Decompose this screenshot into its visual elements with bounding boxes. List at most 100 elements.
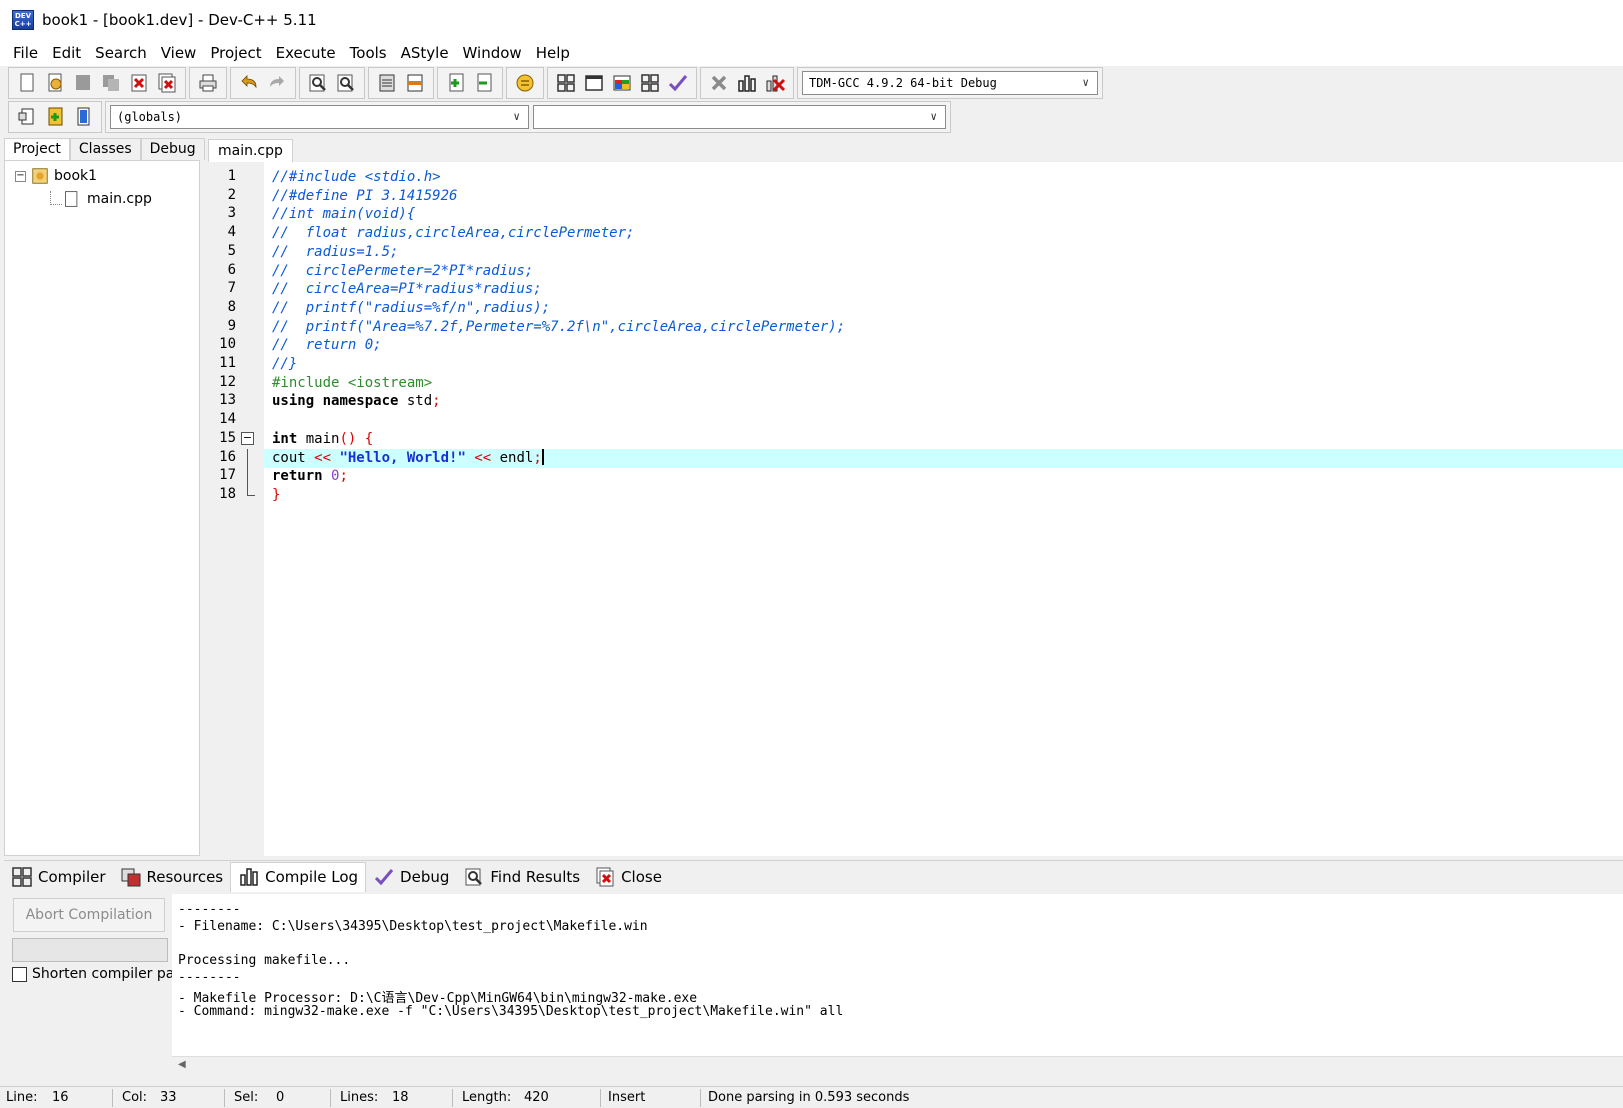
menu-view[interactable]: View bbox=[154, 44, 204, 62]
menu-window[interactable]: Window bbox=[456, 44, 529, 62]
open-file-button[interactable] bbox=[41, 70, 69, 96]
goto-line-button[interactable] bbox=[373, 70, 401, 96]
collapse-icon[interactable]: − bbox=[15, 170, 26, 182]
shorten-paths-checkbox[interactable] bbox=[12, 966, 27, 982]
menu-file[interactable]: File bbox=[6, 44, 45, 62]
goto-definition-button[interactable] bbox=[69, 104, 97, 130]
tree-node-project[interactable]: − book1 bbox=[15, 166, 97, 186]
code-line[interactable]: //int main(void){ bbox=[264, 205, 415, 224]
code-line[interactable]: // return 0; bbox=[264, 336, 382, 355]
run-button[interactable] bbox=[580, 70, 608, 96]
menu-astyle[interactable]: AStyle bbox=[394, 44, 456, 62]
tab-main-cpp[interactable]: main.cpp bbox=[208, 139, 293, 162]
tab-find-results[interactable]: Find Results bbox=[456, 862, 587, 892]
profile-button[interactable] bbox=[733, 70, 761, 96]
project-panel: Project Classes Debug − book1 main.cpp bbox=[4, 134, 205, 856]
scroll-left-icon[interactable]: ◀ bbox=[178, 1059, 186, 1070]
code-line[interactable]: // float radius,circleArea,circlePermete… bbox=[264, 224, 634, 243]
code-line[interactable]: // printf("Area=%7.2f,Permeter=%7.2f\n",… bbox=[264, 318, 845, 337]
status-message: Done parsing in 0.593 seconds bbox=[708, 1090, 910, 1105]
remove-from-project-button[interactable] bbox=[470, 70, 498, 96]
menu-search[interactable]: Search bbox=[88, 44, 154, 62]
fold-collapse-icon[interactable]: − bbox=[241, 431, 254, 445]
menu-tools[interactable]: Tools bbox=[343, 44, 394, 62]
bottom-panel-tabs: Compiler Resources Compile Log Debug Fin… bbox=[4, 860, 1623, 892]
new-file-button[interactable] bbox=[13, 70, 41, 96]
tab-close-label: Close bbox=[621, 867, 662, 886]
options-toolbar-group bbox=[506, 67, 544, 99]
compiler-select[interactable]: TDM-GCC 4.9.2 64-bit Debug ∨ bbox=[802, 71, 1098, 95]
save-all-button[interactable] bbox=[97, 70, 125, 96]
code-line[interactable]: using namespace std; bbox=[264, 392, 441, 411]
code-line[interactable]: //} bbox=[264, 355, 297, 374]
line-number: 7 bbox=[227, 280, 236, 297]
tree-node-file[interactable]: main.cpp bbox=[63, 189, 152, 209]
search-toolbar-group bbox=[299, 67, 365, 99]
tab-resources[interactable]: Resources bbox=[113, 862, 231, 892]
code-line[interactable]: // circleArea=PI*radius*radius; bbox=[264, 280, 542, 299]
tab-classes[interactable]: Classes bbox=[69, 138, 141, 160]
tab-compiler[interactable]: Compiler bbox=[4, 862, 113, 892]
close-all-button[interactable] bbox=[153, 70, 181, 96]
delete-profile-button[interactable] bbox=[761, 70, 789, 96]
menu-edit[interactable]: Edit bbox=[45, 44, 88, 62]
add-to-project-button[interactable] bbox=[442, 70, 470, 96]
compile-controls: Abort Compilation Shorten compiler paths bbox=[4, 894, 172, 1084]
compile-button[interactable] bbox=[552, 70, 580, 96]
code-line[interactable] bbox=[264, 411, 272, 430]
line-number: 13 bbox=[219, 392, 236, 409]
printer-icon bbox=[199, 74, 217, 92]
stop-x-icon bbox=[711, 75, 727, 91]
code-line[interactable]: } bbox=[264, 486, 280, 505]
menu-project[interactable]: Project bbox=[203, 44, 268, 62]
tab-compile-log[interactable]: Compile Log bbox=[230, 861, 367, 892]
compile-run-icon bbox=[613, 75, 631, 91]
fold-guide bbox=[247, 448, 255, 496]
shorten-paths-option[interactable]: Shorten compiler paths bbox=[12, 966, 172, 982]
horizontal-scrollbar[interactable]: ◀ bbox=[172, 1056, 1623, 1074]
text-caret bbox=[541, 448, 544, 465]
class-toolbar: (globals) ∨ ∨ bbox=[8, 100, 954, 134]
project-options-button[interactable] bbox=[511, 70, 539, 96]
code-line[interactable]: // circlePermeter=2*PI*radius; bbox=[264, 262, 533, 281]
save-all-icon bbox=[103, 75, 119, 91]
tab-close[interactable]: Close bbox=[587, 862, 669, 892]
tab-debug[interactable]: Debug bbox=[140, 138, 205, 160]
code-line[interactable]: // radius=1.5; bbox=[264, 243, 398, 262]
find-button[interactable] bbox=[304, 70, 332, 96]
tab-debug-bottom[interactable]: Debug bbox=[366, 862, 456, 892]
code-line[interactable]: // printf("radius=%f/n",radius); bbox=[264, 299, 550, 318]
stop-execution-button[interactable] bbox=[705, 70, 733, 96]
left-panel-tabs: Project Classes Debug bbox=[4, 134, 205, 160]
compile-run-button[interactable] bbox=[608, 70, 636, 96]
code-line[interactable]: //#define PI 3.1415926 bbox=[264, 187, 457, 206]
scope-select[interactable]: (globals) ∨ bbox=[110, 105, 529, 129]
redo-button[interactable] bbox=[263, 70, 291, 96]
abort-compilation-button[interactable]: Abort Compilation bbox=[13, 898, 165, 932]
insert-button[interactable] bbox=[13, 104, 41, 130]
code-line[interactable]: //#include <stdio.h> bbox=[264, 168, 441, 187]
replace-button[interactable] bbox=[332, 70, 360, 96]
goto-toolbar-group bbox=[368, 67, 434, 99]
code-line[interactable]: return 0; bbox=[264, 467, 348, 486]
code-line[interactable]: int main() { bbox=[264, 430, 373, 449]
print-button[interactable] bbox=[194, 70, 222, 96]
rebuild-all-button[interactable] bbox=[636, 70, 664, 96]
member-select[interactable]: ∨ bbox=[533, 105, 946, 129]
toggle-bookmark-button[interactable] bbox=[401, 70, 429, 96]
menu-help[interactable]: Help bbox=[529, 44, 577, 62]
remove-file-icon bbox=[477, 73, 492, 92]
code-line[interactable]: #include <iostream> bbox=[264, 374, 432, 393]
tab-project[interactable]: Project bbox=[4, 138, 70, 160]
goto-declaration-button[interactable] bbox=[41, 104, 69, 130]
code-editor[interactable]: 1 2 3 4 5 6 7 8 9 10 11 12 13 14 15 16 17 18− //#include … bbox=[208, 162, 1623, 856]
menu-execute[interactable]: Execute bbox=[269, 44, 343, 62]
current-code-line[interactable]: cout << "Hello, World!" << endl; bbox=[264, 448, 1623, 468]
undo-button[interactable] bbox=[235, 70, 263, 96]
status-line-value: 16 bbox=[52, 1090, 69, 1105]
close-file-button[interactable] bbox=[125, 70, 153, 96]
compile-log[interactable]: -------- - Filename: C:\Users\34395\Desk… bbox=[172, 894, 1623, 1074]
syntax-check-button[interactable] bbox=[664, 70, 692, 96]
save-button[interactable] bbox=[69, 70, 97, 96]
add-file-icon bbox=[449, 73, 464, 92]
